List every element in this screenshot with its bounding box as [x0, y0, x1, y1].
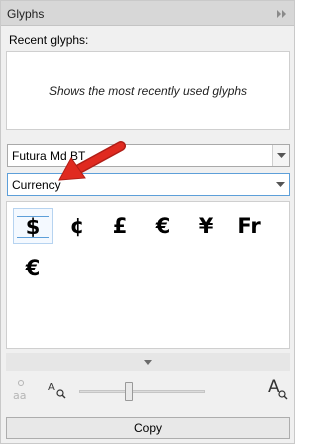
copy-button[interactable]: Copy — [6, 417, 290, 439]
glyph-grid: $ ¢ £ € ¥ Fr € — [6, 201, 290, 349]
character-subset-value: Currency — [12, 178, 61, 192]
zoom-out-icon[interactable]: A — [48, 379, 68, 402]
zoom-in-icon[interactable]: A — [268, 375, 290, 404]
font-family-select[interactable]: Futura Md BT — [7, 144, 290, 167]
recent-glyphs-hint: Shows the most recently used glyphs — [48, 84, 248, 98]
font-family-dropdown-button[interactable] — [272, 145, 289, 166]
character-subset-select[interactable]: Currency — [7, 173, 290, 196]
glyph-cell[interactable]: $ — [13, 208, 53, 244]
chevron-down-icon — [276, 182, 285, 187]
svg-text:A: A — [268, 377, 280, 397]
double-chevron-right-icon[interactable] — [276, 8, 288, 18]
glyph-cell[interactable]: ¢ — [57, 208, 97, 244]
glyph-cell[interactable]: ¥ — [186, 208, 226, 244]
glyph-char: ¥ — [198, 214, 214, 238]
character-subset-dropdown-button[interactable] — [272, 174, 289, 195]
docker-titlebar: Glyphs — [1, 1, 294, 26]
glyph-cell[interactable]: £ — [100, 208, 140, 244]
glyph-cell[interactable]: € — [143, 208, 183, 244]
svg-text:aa: aa — [13, 389, 26, 402]
annotation-arrow-icon — [58, 141, 126, 181]
glyph-char: $ — [25, 215, 41, 239]
baseline-guide — [17, 216, 49, 217]
glyph-char: ¢ — [69, 214, 85, 238]
glyph-cell[interactable]: € — [13, 250, 53, 286]
zoom-slider-thumb[interactable] — [125, 382, 134, 401]
glyph-char: € — [25, 256, 41, 280]
docker-title: Glyphs — [7, 7, 45, 21]
zoom-slider-track[interactable] — [79, 390, 205, 393]
glyph-cell[interactable]: Fr — [229, 208, 269, 244]
glyph-char: £ — [112, 214, 128, 238]
baseline-guide — [17, 237, 49, 238]
glyph-char: € — [155, 214, 171, 238]
recent-glyphs-label: Recent glyphs: — [9, 33, 89, 47]
chevron-down-icon — [277, 153, 286, 158]
panel-splitter[interactable] — [6, 353, 290, 371]
zoom-controls: aa A A — [6, 377, 290, 409]
glyphs-docker: Glyphs Recent glyphs: Shows the most rec… — [0, 0, 295, 444]
recent-glyphs-area[interactable]: Shows the most recently used glyphs — [6, 51, 290, 130]
show-glyph-info-icon[interactable]: aa — [12, 379, 30, 406]
chevron-down-icon — [144, 360, 152, 365]
svg-text:A: A — [48, 382, 55, 393]
glyph-char: Fr — [237, 214, 261, 238]
